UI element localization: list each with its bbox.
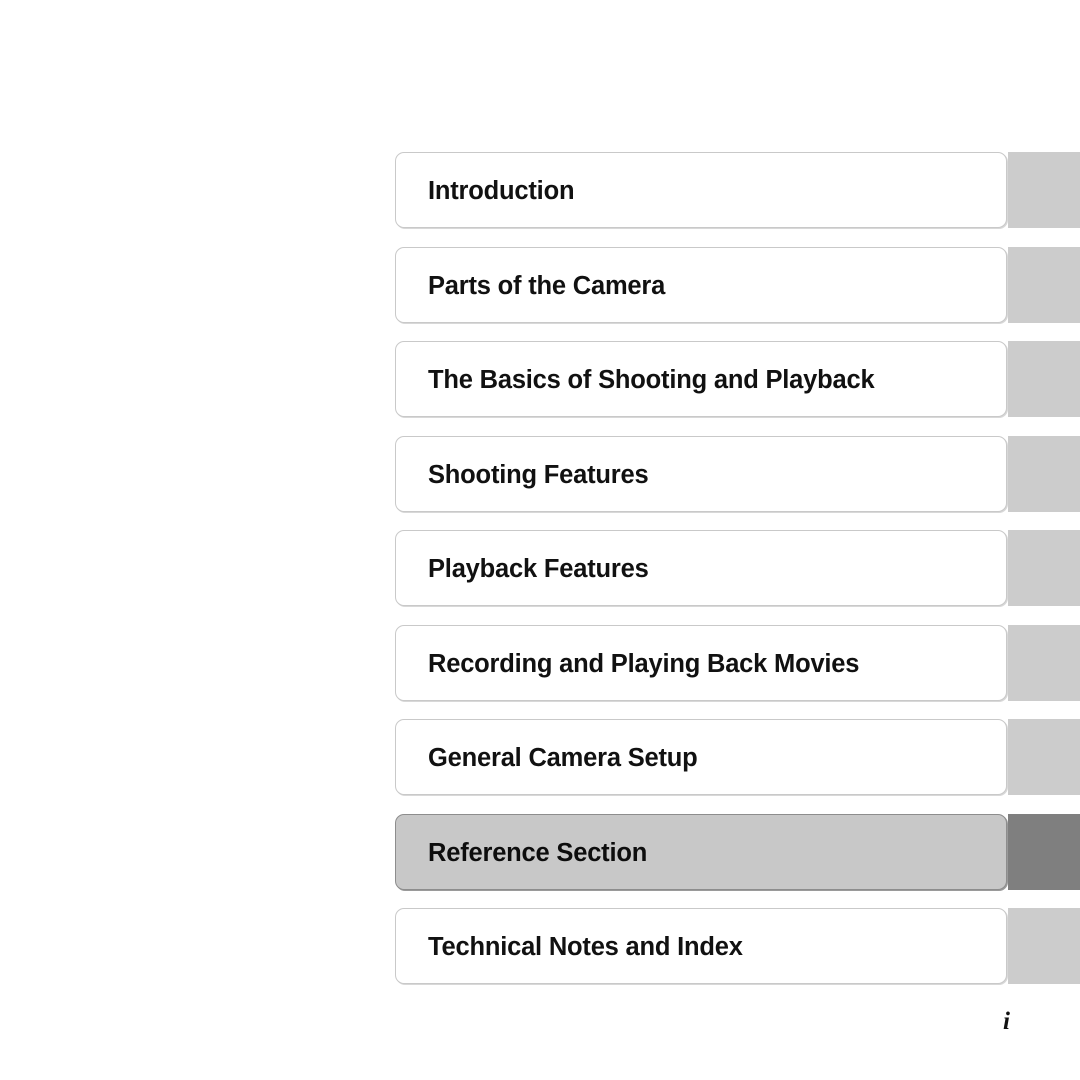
- chapter-thumb-tab[interactable]: [1008, 435, 1080, 512]
- chapter-thumb-tab[interactable]: [1008, 719, 1080, 795]
- chapter-title: Technical Notes and Index: [428, 933, 743, 961]
- chapter-row-active[interactable]: Reference Section: [395, 813, 1080, 890]
- manual-page: Introduction Parts of the Camera The Bas…: [0, 0, 1080, 1080]
- chapter-index-list: Introduction Parts of the Camera The Bas…: [395, 152, 1080, 1003]
- chapter-thumb-tab[interactable]: [1008, 152, 1080, 228]
- chapter-plate[interactable]: Playback Features: [395, 530, 1007, 606]
- chapter-thumb-tab[interactable]: [1008, 530, 1080, 606]
- chapter-row[interactable]: Introduction: [395, 152, 1080, 228]
- chapter-plate[interactable]: General Camera Setup: [395, 719, 1007, 795]
- chapter-row[interactable]: The Basics of Shooting and Playback: [395, 341, 1080, 417]
- chapter-plate[interactable]: Recording and Playing Back Movies: [395, 624, 1007, 701]
- chapter-row[interactable]: Playback Features: [395, 530, 1080, 606]
- chapter-row[interactable]: Recording and Playing Back Movies: [395, 624, 1080, 701]
- chapter-thumb-tab[interactable]: [1008, 246, 1080, 323]
- chapter-plate[interactable]: Reference Section: [395, 813, 1007, 890]
- chapter-plate[interactable]: Technical Notes and Index: [395, 908, 1007, 984]
- chapter-title: Introduction: [428, 177, 575, 205]
- chapter-plate[interactable]: The Basics of Shooting and Playback: [395, 341, 1007, 417]
- chapter-row[interactable]: Shooting Features: [395, 435, 1080, 512]
- chapter-thumb-tab[interactable]: [1008, 341, 1080, 417]
- chapter-row[interactable]: Parts of the Camera: [395, 246, 1080, 323]
- chapter-thumb-tab[interactable]: [1008, 813, 1080, 890]
- page-number: i: [1003, 1008, 1010, 1035]
- chapter-title: Reference Section: [428, 838, 648, 867]
- chapter-plate[interactable]: Shooting Features: [395, 435, 1007, 512]
- chapter-plate[interactable]: Introduction: [395, 152, 1007, 228]
- chapter-thumb-tab[interactable]: [1008, 624, 1080, 701]
- chapter-title: Parts of the Camera: [428, 271, 666, 300]
- chapter-title: Shooting Features: [428, 460, 649, 489]
- chapter-plate[interactable]: Parts of the Camera: [395, 246, 1007, 323]
- chapter-row[interactable]: General Camera Setup: [395, 719, 1080, 795]
- chapter-thumb-tab[interactable]: [1008, 908, 1080, 984]
- chapter-title: Recording and Playing Back Movies: [428, 649, 860, 678]
- chapter-title: Playback Features: [428, 555, 649, 583]
- chapter-row[interactable]: Technical Notes and Index: [395, 908, 1080, 984]
- chapter-title: General Camera Setup: [428, 744, 698, 772]
- chapter-title: The Basics of Shooting and Playback: [428, 366, 875, 394]
